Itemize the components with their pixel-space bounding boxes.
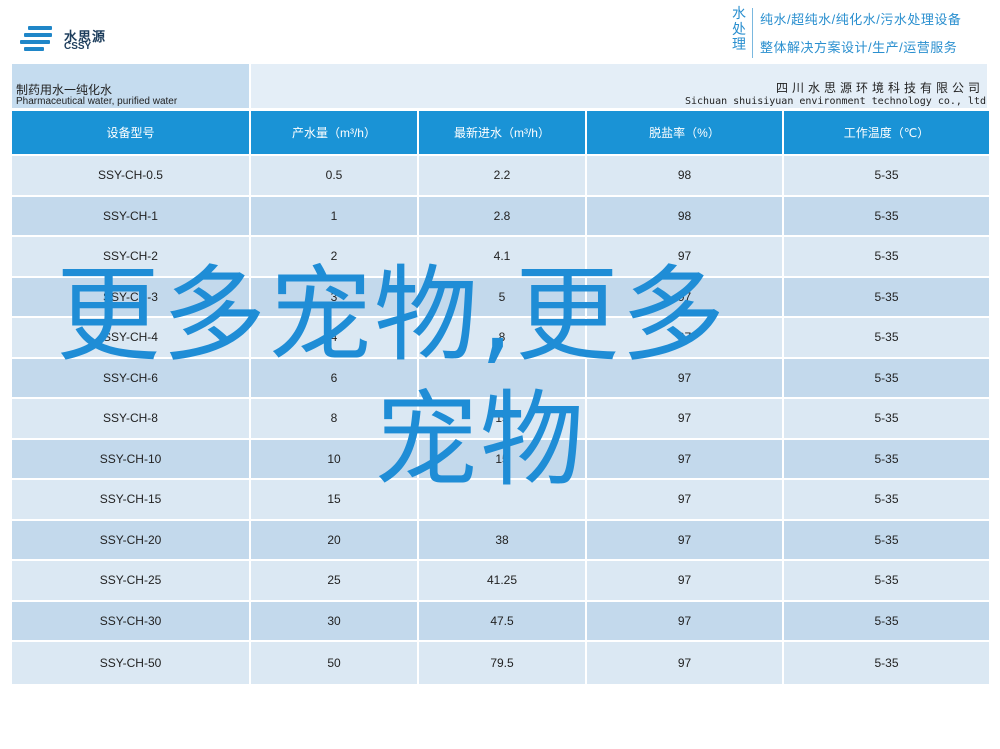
cell-inflow: 38 (419, 520, 585, 559)
slogan-vertical: 水 处 理 (729, 5, 749, 53)
cell-temperature: 5-35 (784, 520, 989, 559)
cell-output: 1 (251, 196, 417, 235)
cell-inflow: 2.8 (419, 196, 585, 235)
cell-inflow (419, 480, 585, 519)
page-title-en: Pharmaceutical water, purified water (16, 96, 178, 107)
cell-inflow: 41.25 (419, 561, 585, 600)
table-row: SSY-CH-4 4 8 97 5-35 (12, 318, 989, 357)
table-row: SSY-CH-6 6 97 5-35 (12, 358, 989, 397)
table-row: SSY-CH-50 50 79.5 97 5-35 (12, 642, 989, 684)
cell-temperature: 5-35 (784, 561, 989, 600)
cell-temperature: 5-35 (784, 439, 989, 478)
cell-output: 6 (251, 358, 417, 397)
cell-desalination: 97 (587, 358, 782, 397)
cell-inflow: 47.5 (419, 601, 585, 640)
cell-desalination: 97 (587, 318, 782, 357)
cell-model: SSY-CH-25 (12, 561, 249, 600)
table-header-row: 设备型号 产水量（m³/h） 最新进水（m³/h） 脱盐率（%） 工作温度（℃） (12, 111, 989, 154)
table-row: SSY-CH-8 8 15 97 5-35 (12, 399, 989, 438)
cell-desalination: 97 (587, 237, 782, 276)
company-logo: 水思源 CSSY (14, 20, 114, 56)
header-model: 设备型号 (12, 111, 249, 154)
cell-model: SSY-CH-50 (12, 642, 249, 684)
cell-output: 3 (251, 277, 417, 316)
cell-desalination: 97 (587, 277, 782, 316)
cell-output: 4 (251, 318, 417, 357)
cell-model: SSY-CH-15 (12, 480, 249, 519)
cell-output: 20 (251, 520, 417, 559)
cell-output: 2 (251, 237, 417, 276)
water-logo-icon (18, 26, 58, 52)
slogan-vertical-char: 处 (732, 20, 746, 37)
slogan-services: 整体解决方案设计/生产/运营服务 (760, 40, 958, 55)
table-row: SSY-CH-10 10 15 97 5-35 (12, 439, 989, 478)
spec-table: 设备型号 产水量（m³/h） 最新进水（m³/h） 脱盐率（%） 工作温度（℃）… (10, 109, 991, 686)
header-output: 产水量（m³/h） (251, 111, 417, 154)
table-row: SSY-CH-25 25 41.25 97 5-35 (12, 561, 989, 600)
cell-desalination: 97 (587, 601, 782, 640)
header-inflow: 最新进水（m³/h） (419, 111, 585, 154)
cell-desalination: 97 (587, 480, 782, 519)
cell-model: SSY-CH-4 (12, 318, 249, 357)
table-row: SSY-CH-1 1 2.8 98 5-35 (12, 196, 989, 235)
cell-model: SSY-CH-0.5 (12, 156, 249, 195)
cell-temperature: 5-35 (784, 156, 989, 195)
cell-desalination: 98 (587, 156, 782, 195)
table-row: SSY-CH-0.5 0.5 2.2 98 5-35 (12, 156, 989, 195)
cell-temperature: 5-35 (784, 358, 989, 397)
cell-inflow: 15 (419, 439, 585, 478)
cell-output: 15 (251, 480, 417, 519)
cell-inflow: 4.1 (419, 237, 585, 276)
cell-desalination: 97 (587, 520, 782, 559)
logo-text-en: CSSY (64, 41, 92, 52)
cell-temperature: 5-35 (784, 642, 989, 684)
cell-model: SSY-CH-20 (12, 520, 249, 559)
cell-output: 10 (251, 439, 417, 478)
cell-model: SSY-CH-3 (12, 277, 249, 316)
cell-model: SSY-CH-2 (12, 237, 249, 276)
cell-inflow (419, 358, 585, 397)
cell-temperature: 5-35 (784, 399, 989, 438)
table-row: SSY-CH-15 15 97 5-35 (12, 480, 989, 519)
cell-desalination: 97 (587, 561, 782, 600)
cell-temperature: 5-35 (784, 237, 989, 276)
cell-inflow: 8 (419, 318, 585, 357)
cell-model: SSY-CH-1 (12, 196, 249, 235)
cell-output: 30 (251, 601, 417, 640)
cell-output: 25 (251, 561, 417, 600)
cell-temperature: 5-35 (784, 196, 989, 235)
cell-model: SSY-CH-10 (12, 439, 249, 478)
cell-model: SSY-CH-30 (12, 601, 249, 640)
table-row: SSY-CH-3 3 5 97 5-35 (12, 277, 989, 316)
header-desalination: 脱盐率（%） (587, 111, 782, 154)
cell-temperature: 5-35 (784, 318, 989, 357)
cell-temperature: 5-35 (784, 277, 989, 316)
slogan-divider (752, 8, 753, 58)
cell-model: SSY-CH-8 (12, 399, 249, 438)
cell-desalination: 97 (587, 642, 782, 684)
slogan-products: 纯水/超纯水/纯化水/污水处理设备 (760, 12, 962, 27)
cell-temperature: 5-35 (784, 480, 989, 519)
cell-temperature: 5-35 (784, 601, 989, 640)
company-name-cn: 四川水思源环境科技有限公司 (775, 81, 984, 95)
company-name-en: Sichuan shuisiyuan environment technolog… (684, 96, 986, 107)
cell-model: SSY-CH-6 (12, 358, 249, 397)
cell-inflow: 79.5 (419, 642, 585, 684)
table-row: SSY-CH-2 2 4.1 97 5-35 (12, 237, 989, 276)
table-body: SSY-CH-0.5 0.5 2.2 98 5-35 SSY-CH-1 1 2.8 98 5-35… (12, 156, 989, 684)
cell-desalination: 97 (587, 439, 782, 478)
cell-output: 0.5 (251, 156, 417, 195)
slogan-vertical-char: 理 (732, 36, 746, 52)
cell-inflow: 5 (419, 277, 585, 316)
cell-output: 8 (251, 399, 417, 438)
cell-output: 50 (251, 642, 417, 684)
cell-desalination: 98 (587, 196, 782, 235)
table-row: SSY-CH-30 30 47.5 97 5-35 (12, 601, 989, 640)
table-row: SSY-CH-20 20 38 97 5-35 (12, 520, 989, 559)
cell-inflow: 2.2 (419, 156, 585, 195)
header-temperature: 工作温度（℃） (784, 111, 989, 154)
slogan-vertical-char: 水 (732, 5, 746, 21)
cell-inflow: 15 (419, 399, 585, 438)
cell-desalination: 97 (587, 399, 782, 438)
